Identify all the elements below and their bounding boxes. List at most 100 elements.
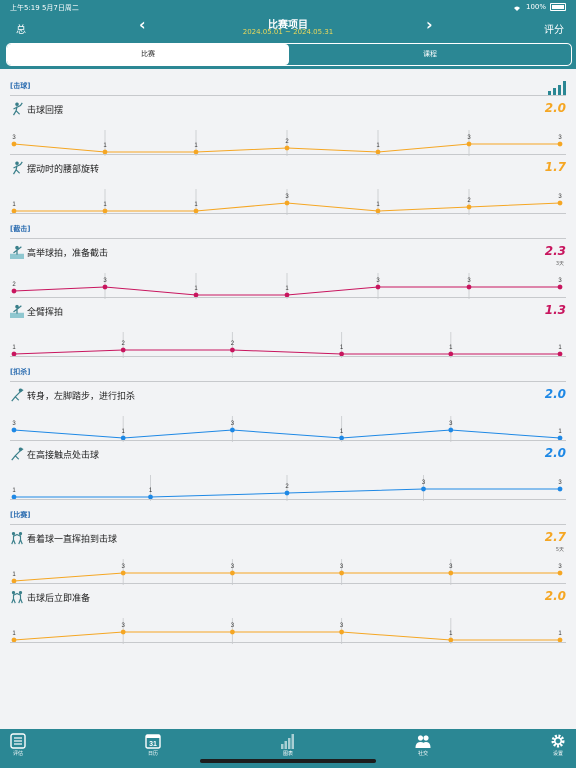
data-point[interactable] [557, 570, 563, 576]
item-divider [10, 499, 566, 500]
data-point[interactable] [466, 204, 472, 210]
data-point[interactable] [11, 427, 17, 433]
score-value: 1.7 [544, 160, 566, 174]
tab-chart[interactable]: 图表 [268, 733, 308, 757]
data-point[interactable] [421, 486, 426, 492]
data-label: 2 [231, 341, 235, 347]
data-point[interactable] [448, 570, 454, 576]
data-label: 3 [231, 623, 235, 629]
data-point[interactable] [466, 141, 472, 147]
data-label: 3 [449, 421, 453, 427]
tab-calendar[interactable]: 31 日历 [133, 733, 173, 757]
score-value: 2.0 [544, 589, 566, 603]
data-point[interactable] [557, 486, 563, 492]
calendar-day: 31 [149, 741, 157, 748]
battery-icon [550, 3, 566, 11]
data-label: 1 [194, 286, 198, 292]
data-point[interactable] [11, 288, 17, 294]
data-label: 1 [122, 429, 126, 435]
date-range: 2024.05.01 ~ 2024.05.31 [242, 28, 334, 36]
gear-icon [551, 734, 565, 748]
data-point[interactable] [230, 629, 235, 635]
match-players-icon [11, 532, 23, 545]
data-point[interactable] [230, 347, 235, 353]
tab-label: 评估 [12, 751, 23, 757]
data-point[interactable] [339, 629, 344, 635]
chart-icon [281, 734, 294, 749]
series-line [13, 429, 561, 439]
data-label: 1 [103, 143, 107, 149]
data-label: 1 [194, 202, 198, 208]
data-point[interactable] [230, 427, 235, 433]
data-point[interactable] [557, 141, 563, 147]
data-point[interactable] [284, 490, 290, 496]
data-point[interactable] [230, 570, 235, 576]
data-label: 1 [340, 345, 344, 351]
data-label: 3 [467, 135, 471, 141]
signal-bars-icon[interactable] [548, 81, 566, 95]
data-label: 1 [149, 488, 153, 494]
data-point[interactable] [120, 347, 126, 353]
data-label: 3 [467, 278, 471, 284]
data-label: 3 [285, 194, 289, 200]
score-value: 2.3 [544, 244, 566, 258]
score-line-chart: 1 1 1 3 1 2 3 [11, 189, 563, 215]
item-title: 高举球拍，准备截击 [27, 249, 109, 259]
data-point[interactable] [557, 200, 563, 206]
section-label: [击球] [10, 82, 31, 90]
score-button[interactable]: 评分 [544, 21, 564, 36]
data-label: 3 [558, 480, 562, 486]
data-label: 3 [558, 194, 562, 200]
score-line-chart: 3 1 1 2 1 3 3 [11, 130, 563, 156]
data-point[interactable] [448, 427, 454, 433]
item-title: 击球回摆 [27, 106, 64, 116]
home-indicator [200, 759, 376, 763]
data-label: 1 [449, 345, 453, 351]
hit-player-icon [12, 102, 23, 116]
data-label: 3 [122, 564, 126, 570]
data-label: 3 [422, 480, 426, 486]
data-point[interactable] [339, 570, 344, 576]
item-title: 在高接触点处击球 [27, 451, 100, 461]
score-value: 2.7 [544, 530, 566, 544]
item-title: 全臂挥拍 [27, 308, 64, 318]
score-line-chart: 3 1 3 1 3 1 [11, 416, 563, 442]
tab-settings[interactable]: 设置 [538, 733, 576, 757]
data-label: 3 [103, 278, 107, 284]
score-line-chart: 2 3 1 1 3 3 3 [11, 273, 563, 299]
data-point[interactable] [120, 570, 126, 576]
data-point[interactable] [284, 145, 290, 151]
data-label: 3 [449, 564, 453, 570]
status-time: 上午5:19 5月7日周二 [10, 4, 79, 12]
tab-match[interactable]: 比赛 [7, 44, 289, 65]
data-point[interactable] [11, 141, 17, 147]
tab-label: 社交 [417, 751, 428, 757]
tab-course[interactable]: 课程 [289, 44, 571, 65]
item-divider [10, 154, 566, 155]
data-label: 1 [12, 631, 16, 637]
series-line [13, 349, 560, 355]
score-value: 2.0 [544, 387, 566, 401]
tab-social[interactable]: 社交 [403, 733, 443, 757]
data-label: 1 [558, 631, 562, 637]
chevron-right-icon[interactable]: › [426, 16, 433, 34]
section-label: [截击] [10, 225, 31, 233]
section-divider [10, 238, 566, 239]
people-icon [415, 735, 431, 748]
data-point[interactable] [120, 629, 126, 635]
data-point[interactable] [557, 284, 563, 290]
section-label: [比赛] [10, 511, 31, 519]
smash-player-icon [11, 388, 24, 402]
data-point[interactable] [102, 284, 108, 290]
data-label: 1 [12, 572, 16, 578]
data-point[interactable] [375, 284, 381, 290]
wifi-icon [513, 6, 520, 11]
score-line-chart: 1 1 2 3 3 [11, 475, 563, 501]
tab-assess[interactable]: 评估 [0, 733, 38, 757]
data-label: 1 [449, 631, 453, 637]
item-title: 摆动时的腰部旋转 [27, 165, 100, 175]
data-label: 3 [231, 564, 235, 570]
chart-list: [击球] 击球回摆 2.0 3 1 1 2 1 3 3 摆动时的腰部旋转 1.7 1 1 1 3 1 2 3 [截击]… [0, 69, 576, 729]
data-point[interactable] [466, 284, 472, 290]
data-point[interactable] [284, 200, 290, 206]
